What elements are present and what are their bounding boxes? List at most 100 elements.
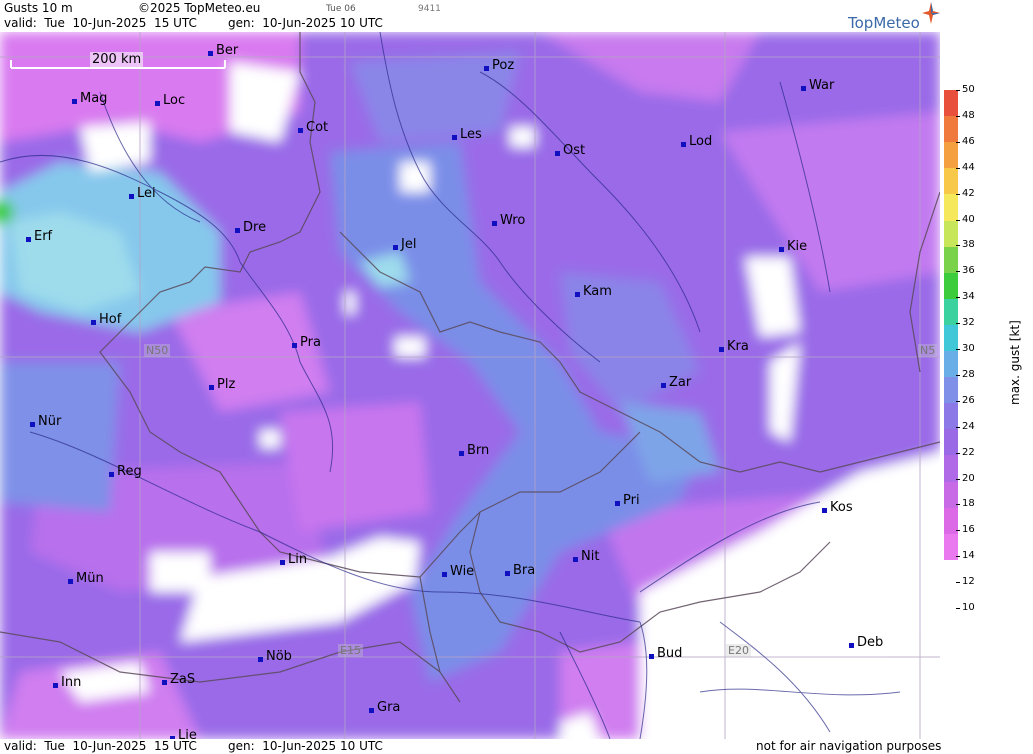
city-label: Plz: [217, 377, 236, 392]
city-marker: [26, 237, 31, 242]
copyright: ©2025 TopMeteo.eu: [138, 1, 261, 15]
city-label: Lei: [137, 186, 156, 201]
legend-tick-label: 42: [962, 187, 975, 199]
city-marker: [849, 643, 854, 648]
legend-tick-label: 38: [962, 239, 975, 251]
city-marker: [162, 680, 167, 685]
city-label: Inn: [61, 675, 82, 690]
compass-star-icon: [922, 2, 940, 24]
legend-tick-label: 24: [962, 420, 975, 432]
city-marker: [505, 571, 510, 576]
city-marker: [280, 560, 285, 565]
legend-tick-label: 30: [962, 343, 975, 354]
legend-tick-mark: [956, 452, 960, 454]
city-marker: [719, 347, 724, 352]
legend-tick-label: 28: [962, 368, 975, 380]
city-label: Kra: [727, 339, 749, 354]
legend-tick-label: 32: [962, 317, 975, 329]
city-label: Jel: [401, 237, 417, 252]
city-label: Dre: [243, 220, 267, 235]
city-marker: [573, 557, 578, 562]
legend-tick-mark: [956, 323, 960, 325]
city-marker: [298, 128, 303, 133]
legend-swatch: [944, 324, 958, 352]
city-marker: [492, 221, 497, 226]
legend-tick-mark: [956, 582, 960, 584]
product-title: Gusts 10 m: [4, 1, 73, 15]
city-label: Wro: [500, 213, 526, 228]
legend-swatch: [944, 377, 958, 404]
city-label: Mün: [76, 571, 104, 586]
city-label: Mag: [80, 91, 108, 106]
city-label: Kos: [830, 500, 853, 515]
city-label: Reg: [117, 464, 142, 479]
city-marker: [442, 572, 447, 577]
legend-swatch: [944, 272, 958, 300]
legend-tick-label: 40: [962, 213, 975, 225]
legend-tick-mark: [956, 556, 960, 558]
city-label: Gra: [377, 700, 401, 715]
lon-label-e20: E20: [726, 644, 751, 657]
legend-title: max. gust [kt]: [1008, 320, 1022, 405]
city-label: ZaS: [170, 672, 196, 687]
legend-tick-mark: [956, 426, 960, 428]
brand-logo: TopMeteo: [848, 14, 920, 32]
city-label: Bud: [657, 646, 683, 661]
city-marker: [393, 245, 398, 250]
legend-tick-mark: [956, 90, 960, 91]
city-label: War: [809, 78, 835, 93]
legend-tick-mark: [956, 297, 960, 299]
legend-tick-label: 14: [962, 550, 975, 562]
legend-tick-label: 20: [962, 472, 975, 484]
footer-disclaimer: not for air navigation purposes: [756, 739, 942, 753]
city-marker: [53, 683, 58, 688]
city-label: Pra: [300, 335, 321, 350]
small-code: 9411: [418, 4, 441, 14]
city-marker: [155, 101, 160, 106]
scale-bar-label: 200 km: [90, 52, 144, 67]
city-marker: [30, 422, 35, 427]
legend-tick-mark: [956, 504, 960, 506]
city-label: Zar: [669, 375, 692, 390]
legend-swatch: [944, 168, 958, 195]
legend-tick-mark: [956, 374, 960, 376]
city-marker: [681, 142, 686, 147]
city-marker: [68, 579, 73, 584]
city-label: Loc: [163, 93, 186, 108]
city-marker: [822, 508, 827, 513]
legend-swatch: [944, 90, 958, 117]
legend-tick-mark: [956, 219, 960, 221]
legend-tick-label: 12: [962, 576, 975, 588]
legend-tick-label: 34: [962, 291, 975, 303]
city-marker: [649, 654, 654, 659]
city-label: Poz: [492, 58, 515, 73]
legend-tick-mark: [956, 167, 960, 169]
city-label: Cot: [306, 120, 329, 135]
small-date: Tue 06: [326, 4, 356, 14]
legend-swatch: [944, 298, 958, 326]
legend-tick-label: 22: [962, 446, 975, 458]
lat-label-n50: N50: [144, 344, 171, 357]
legend-swatch: [944, 351, 958, 378]
city-label: Nit: [581, 549, 600, 564]
city-label: Kie: [787, 239, 808, 254]
city-label: Lin: [288, 552, 308, 567]
legend-tick-label: 18: [962, 498, 975, 510]
city-marker: [779, 247, 784, 252]
city-marker: [109, 472, 114, 477]
legend-tick-label: 16: [962, 524, 975, 536]
city-marker: [459, 451, 464, 456]
legend-tick-mark: [956, 115, 960, 117]
gen-time: gen: 10-Jun-2025 10 UTC: [228, 16, 383, 30]
legend-tick-label: 26: [962, 394, 975, 406]
city-marker: [369, 708, 374, 713]
city-marker: [615, 501, 620, 506]
legend-tick-mark: [956, 530, 960, 532]
legend-tick-mark: [956, 608, 960, 609]
footer-valid-time: valid: Tue 10-Jun-2025 15 UTC: [4, 739, 197, 753]
lat-label-n5: N5: [918, 344, 938, 357]
city-label: Hof: [99, 312, 122, 327]
legend-tick-label: 10: [962, 602, 975, 613]
legend-tick-mark: [956, 400, 960, 402]
gust-map[interactable]: N50 N5 E15 E20 Ber Poz Mag Loc War Cot Les Lod O…: [0, 32, 940, 739]
